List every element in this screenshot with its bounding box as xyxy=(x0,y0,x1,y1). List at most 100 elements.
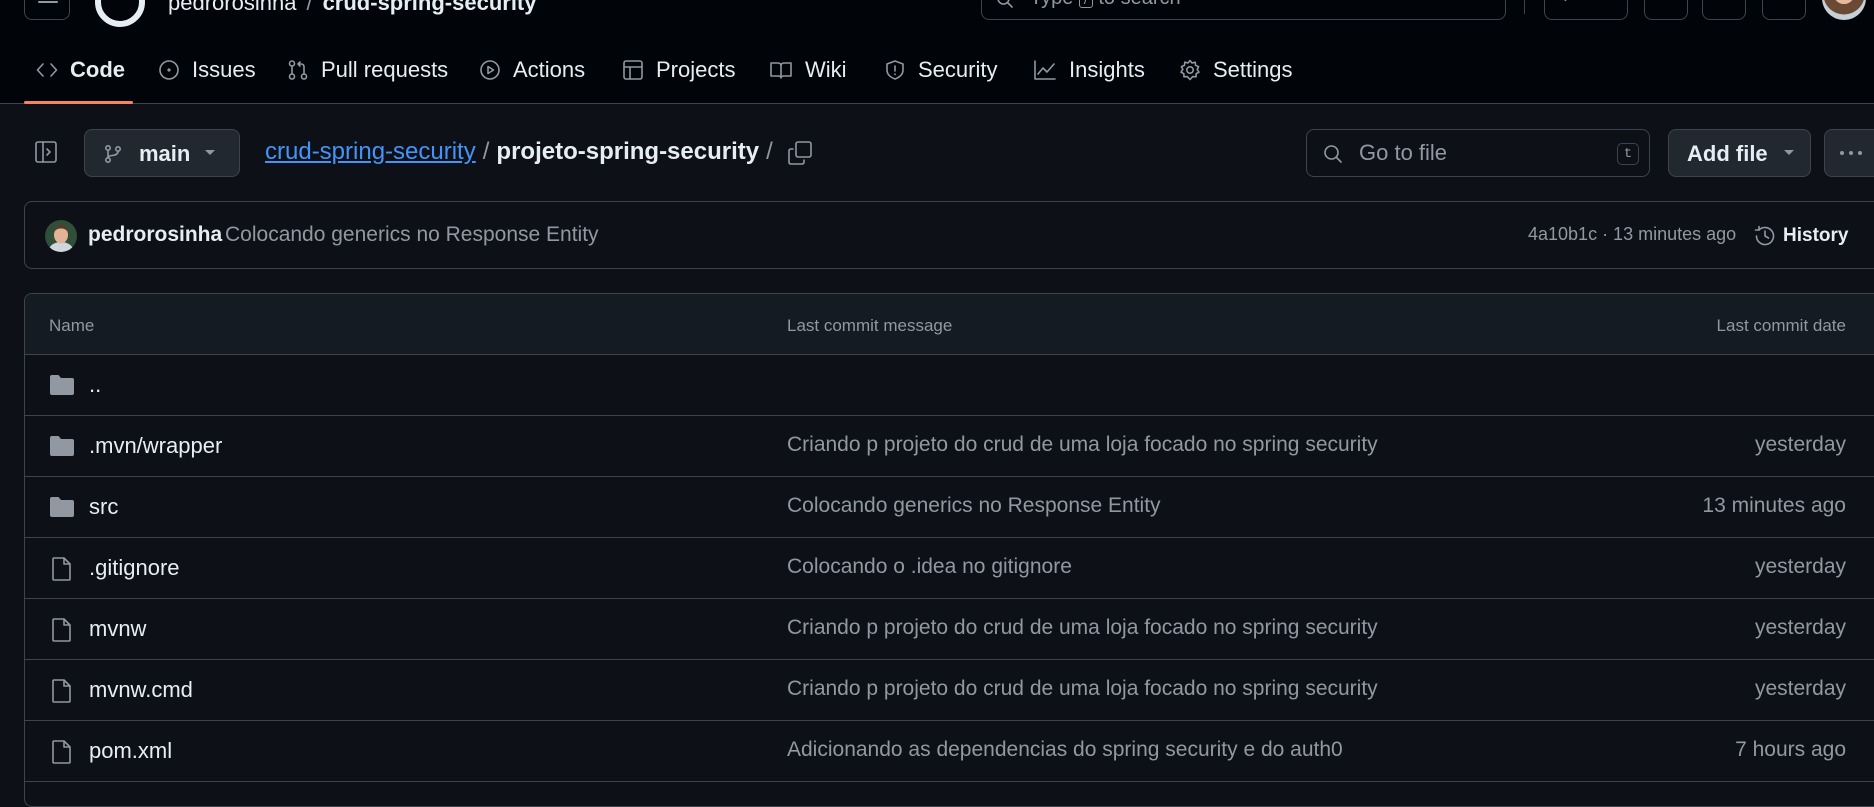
notifications-button[interactable] xyxy=(1762,0,1806,20)
column-header-name: Name xyxy=(49,316,95,335)
commit-message-link[interactable]: Colocando o .idea no gitignore xyxy=(787,555,1072,579)
tab-label: Code xyxy=(70,57,125,82)
file-name-link[interactable]: mvnw xyxy=(89,616,146,642)
code-icon xyxy=(36,63,58,77)
breadcrumb-separator: / xyxy=(766,138,773,165)
tab-pull-requests[interactable]: Pull requests xyxy=(287,46,448,94)
file-name-link[interactable]: .mvn/wrapper xyxy=(89,433,222,459)
search-icon xyxy=(997,0,1013,8)
tab-label: Issues xyxy=(192,57,256,82)
your-pull-requests-button[interactable] xyxy=(1702,0,1746,20)
repo-path: pedrorosinha / crud-spring-security xyxy=(168,0,537,16)
user-avatar[interactable] xyxy=(1822,0,1866,20)
table-header: Name Last commit message Last commit dat… xyxy=(25,294,1874,355)
add-file-button[interactable]: Add file xyxy=(1668,129,1811,177)
history-label: History xyxy=(1783,225,1849,246)
table-row[interactable]: .mvn/wrapper Criando p projeto do crud d… xyxy=(25,416,1874,477)
commit-message-link[interactable]: Criando p projeto do crud de uma loja fo… xyxy=(787,677,1378,701)
file-name-link[interactable]: .. xyxy=(89,372,101,398)
file-icon xyxy=(52,557,71,581)
tab-label: Settings xyxy=(1213,57,1293,82)
file-table: Name Last commit message Last commit dat… xyxy=(24,293,1874,807)
tab-label: Insights xyxy=(1069,57,1145,82)
copy-path-button[interactable] xyxy=(787,140,813,166)
file-icon xyxy=(52,740,71,764)
book-icon xyxy=(770,62,792,79)
table-row[interactable]: .gitignore Colocando o .idea no gitignor… xyxy=(25,538,1874,599)
commit-author-avatar[interactable] xyxy=(45,220,77,252)
github-logo-icon[interactable] xyxy=(94,0,146,28)
triangle-down-icon xyxy=(205,150,215,155)
tab-actions[interactable]: Actions xyxy=(479,46,585,94)
commit-message-link[interactable]: Colocando generics no Response Entity xyxy=(787,494,1161,518)
history-button[interactable]: History xyxy=(1753,220,1848,252)
tab-wiki[interactable]: Wiki xyxy=(769,46,847,94)
folder-icon xyxy=(50,436,74,456)
commit-date: 7 hours ago xyxy=(1735,738,1846,761)
table-row[interactable]: mvnw.cmd Criando p projeto do crud de um… xyxy=(25,660,1874,721)
tab-code[interactable]: Code xyxy=(36,46,125,94)
commit-date: 13 minutes ago xyxy=(1702,494,1846,517)
table-row[interactable]: pom.xml Adicionando as dependencias do s… xyxy=(25,721,1874,782)
folder-icon xyxy=(50,375,74,395)
tab-label: Actions xyxy=(513,57,586,82)
global-search-input[interactable]: Type / to search xyxy=(981,0,1506,20)
commit-message-link[interactable]: Colocando generics no Response Entity xyxy=(225,223,599,247)
commit-author-link[interactable]: pedrorosinha xyxy=(88,223,222,247)
file-name-link[interactable]: .gitignore xyxy=(89,555,180,581)
commit-date: yesterday xyxy=(1754,555,1846,578)
create-new-button[interactable]: + xyxy=(1544,0,1628,20)
breadcrumb-repo-link[interactable]: crud-spring-security xyxy=(265,138,476,166)
table-row-parent-directory[interactable]: .. xyxy=(25,355,1874,416)
column-header-last-commit-date: Last commit date xyxy=(1716,316,1846,335)
history-icon xyxy=(1754,225,1775,246)
search-shortcut-key: / xyxy=(1078,0,1093,8)
kebab-horizontal-icon xyxy=(1840,151,1862,155)
git-branch-icon xyxy=(104,144,122,164)
file-icon xyxy=(52,618,71,642)
commit-hash-and-time[interactable]: 4a10b1c · 13 minutes ago xyxy=(1528,224,1736,245)
tab-projects[interactable]: Projects xyxy=(622,46,735,94)
header-divider xyxy=(1524,0,1525,14)
commit-message-link[interactable]: Criando p projeto do crud de uma loja fo… xyxy=(787,433,1378,457)
go-to-file-input[interactable]: t xyxy=(1306,129,1650,177)
expand-file-tree-button[interactable] xyxy=(34,140,58,164)
commit-date: yesterday xyxy=(1754,616,1846,639)
commit-message-link[interactable]: Adicionando as dependencias do spring se… xyxy=(787,738,1343,762)
shield-icon xyxy=(886,60,904,80)
file-name-link[interactable]: src xyxy=(89,494,118,520)
latest-commit-box: pedrorosinha Colocando generics no Respo… xyxy=(24,201,1874,269)
commit-message-link[interactable]: Criando p projeto do crud de uma loja fo… xyxy=(787,616,1378,640)
menu-button[interactable] xyxy=(24,0,70,20)
file-name-link[interactable]: pom.xml xyxy=(89,738,172,764)
branch-name: main xyxy=(139,141,191,166)
table-row[interactable]: src Colocando generics no Response Entit… xyxy=(25,477,1874,538)
tab-security[interactable]: Security xyxy=(884,46,997,94)
git-pull-request-icon xyxy=(288,60,308,80)
tab-issues[interactable]: Issues xyxy=(158,46,256,94)
tab-insights[interactable]: Insights xyxy=(1033,46,1145,94)
breadcrumb: crud-spring-security / projeto-spring-se… xyxy=(265,138,780,166)
tab-label: Projects xyxy=(656,57,736,82)
breadcrumb-separator: / xyxy=(482,138,490,165)
go-to-file-field[interactable] xyxy=(1359,140,1589,166)
triangle-down-icon xyxy=(1784,150,1794,155)
commit-date: yesterday xyxy=(1754,433,1846,456)
table-icon xyxy=(623,60,643,80)
your-issues-button[interactable] xyxy=(1644,0,1688,20)
branch-selector-button[interactable]: main xyxy=(84,129,240,177)
tab-label: Security xyxy=(918,57,998,82)
breadcrumb-current-folder: projeto-spring-security xyxy=(496,138,760,165)
table-row[interactable]: mvnw Criando p projeto do crud de uma lo… xyxy=(25,599,1874,660)
owner-link[interactable]: pedrorosinha xyxy=(168,0,296,15)
plus-icon: + xyxy=(1559,0,1572,9)
more-options-button[interactable] xyxy=(1824,129,1874,177)
issue-opened-icon xyxy=(159,60,179,80)
add-file-label: Add file xyxy=(1687,141,1768,166)
tab-settings[interactable]: Settings xyxy=(1179,46,1293,94)
active-tab-underline xyxy=(24,101,133,104)
file-name-link[interactable]: mvnw.cmd xyxy=(89,677,193,703)
repo-link[interactable]: crud-spring-security xyxy=(323,0,537,15)
search-placeholder: Type / to search xyxy=(1030,0,1181,10)
copy-icon xyxy=(788,141,812,165)
